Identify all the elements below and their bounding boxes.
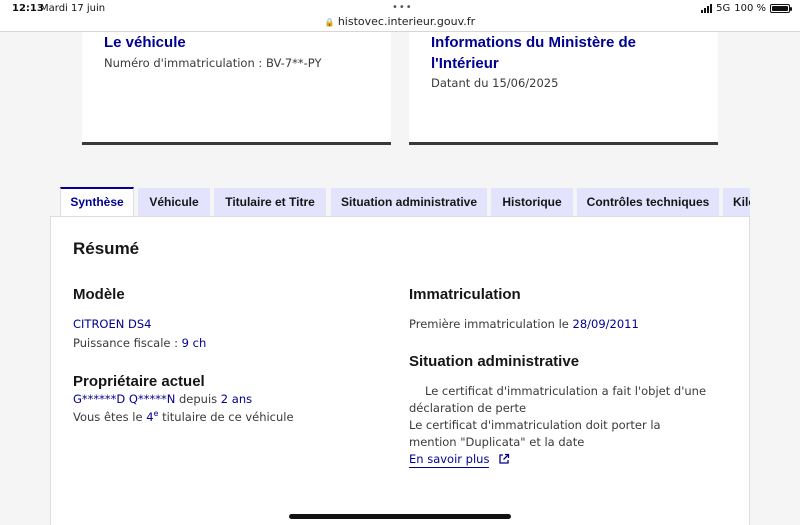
- plate-number: Numéro d'immatriculation : BV-7**-PY: [104, 56, 322, 70]
- fiscal-power: Puissance fiscale : 9 ch: [73, 336, 206, 350]
- url-text: histovec.interieur.gouv.fr: [337, 15, 476, 28]
- tab-controles-techniques[interactable]: Contrôles techniques: [577, 188, 719, 216]
- owner-heading: Propriétaire actuel: [73, 373, 205, 390]
- data-date: Datant du 15/06/2025: [431, 76, 559, 90]
- battery-label: 100 %: [734, 3, 766, 14]
- first-registration: Première immatriculation le 28/09/2011: [409, 317, 639, 331]
- vehicle-card-title: Le véhicule: [104, 34, 186, 51]
- synthese-panel: Résumé Modèle CITROEN DS4 Puissance fisc…: [50, 216, 750, 525]
- learn-more-link[interactable]: En savoir plus: [409, 452, 510, 468]
- owner-since-label: depuis: [175, 392, 221, 406]
- fiscal-power-label: Puissance fiscale :: [73, 336, 182, 350]
- tab-vehicule[interactable]: Véhicule: [138, 188, 210, 216]
- tab-synthese[interactable]: Synthèse: [60, 187, 134, 216]
- admin-heading: Situation administrative: [409, 353, 580, 370]
- signal-icon: [701, 4, 713, 13]
- fiscal-power-value: 9 ch: [181, 336, 207, 350]
- owner-rank-prefix: Vous êtes le: [73, 409, 147, 424]
- resume-heading: Résumé: [73, 239, 140, 258]
- home-indicator[interactable]: [289, 514, 511, 519]
- owner-since-value: 2 ans: [220, 392, 253, 406]
- status-indicators: 5G 100 %: [701, 3, 792, 14]
- network-label: 5G: [716, 3, 731, 14]
- admin-line-loss: Le certificat d'immatriculation a fait l…: [409, 384, 707, 415]
- admin-line-duplicata: Le certificat d'immatriculation doit por…: [409, 418, 661, 449]
- tab-bar: Synthèse Véhicule Titulaire et Titre Sit…: [60, 187, 750, 216]
- first-registration-date: 28/09/2011: [572, 317, 639, 331]
- learn-more-text[interactable]: En savoir plus: [409, 452, 490, 468]
- tab-situation-administrative[interactable]: Situation administrative: [331, 188, 487, 216]
- tab-kilometrage[interactable]: Kilo: [723, 188, 750, 216]
- vehicle-card: Le véhicule Numéro d'immatriculation : B…: [82, 32, 391, 145]
- tab-historique[interactable]: Historique: [491, 188, 573, 216]
- ministry-card-title: Informations du Ministère de l'Intérieur: [431, 34, 637, 72]
- owner-name: G******D Q*****N: [73, 392, 176, 406]
- owner-rank: Vous êtes le 4e titulaire de ce véhicule: [73, 409, 294, 424]
- owner-rank-number: 4: [146, 409, 154, 424]
- more-dots-icon[interactable]: •••: [392, 2, 413, 13]
- battery-icon: [770, 4, 792, 13]
- battery-fill: [772, 6, 788, 11]
- model-heading: Modèle: [73, 286, 125, 303]
- registration-heading: Immatriculation: [409, 286, 521, 303]
- owner-rank-suffix: titulaire de ce véhicule: [158, 409, 294, 424]
- status-bar: 12:13 Mardi 17 juin ••• 🔒 histovec.interi…: [0, 0, 800, 32]
- lock-icon: 🔒: [324, 18, 335, 27]
- first-registration-label: Première immatriculation le: [409, 317, 573, 331]
- model-name: CITROEN DS4: [73, 317, 152, 331]
- address-bar[interactable]: 🔒 histovec.interieur.gouv.fr: [0, 15, 800, 28]
- external-link-icon[interactable]: [498, 453, 510, 465]
- status-date: Mardi 17 juin: [40, 3, 106, 14]
- owner-line: G******D Q*****N depuis 2 ans: [73, 392, 252, 406]
- tab-titulaire[interactable]: Titulaire et Titre: [214, 188, 326, 216]
- ministry-card: Informations du Ministère de l'Intérieur…: [409, 32, 718, 145]
